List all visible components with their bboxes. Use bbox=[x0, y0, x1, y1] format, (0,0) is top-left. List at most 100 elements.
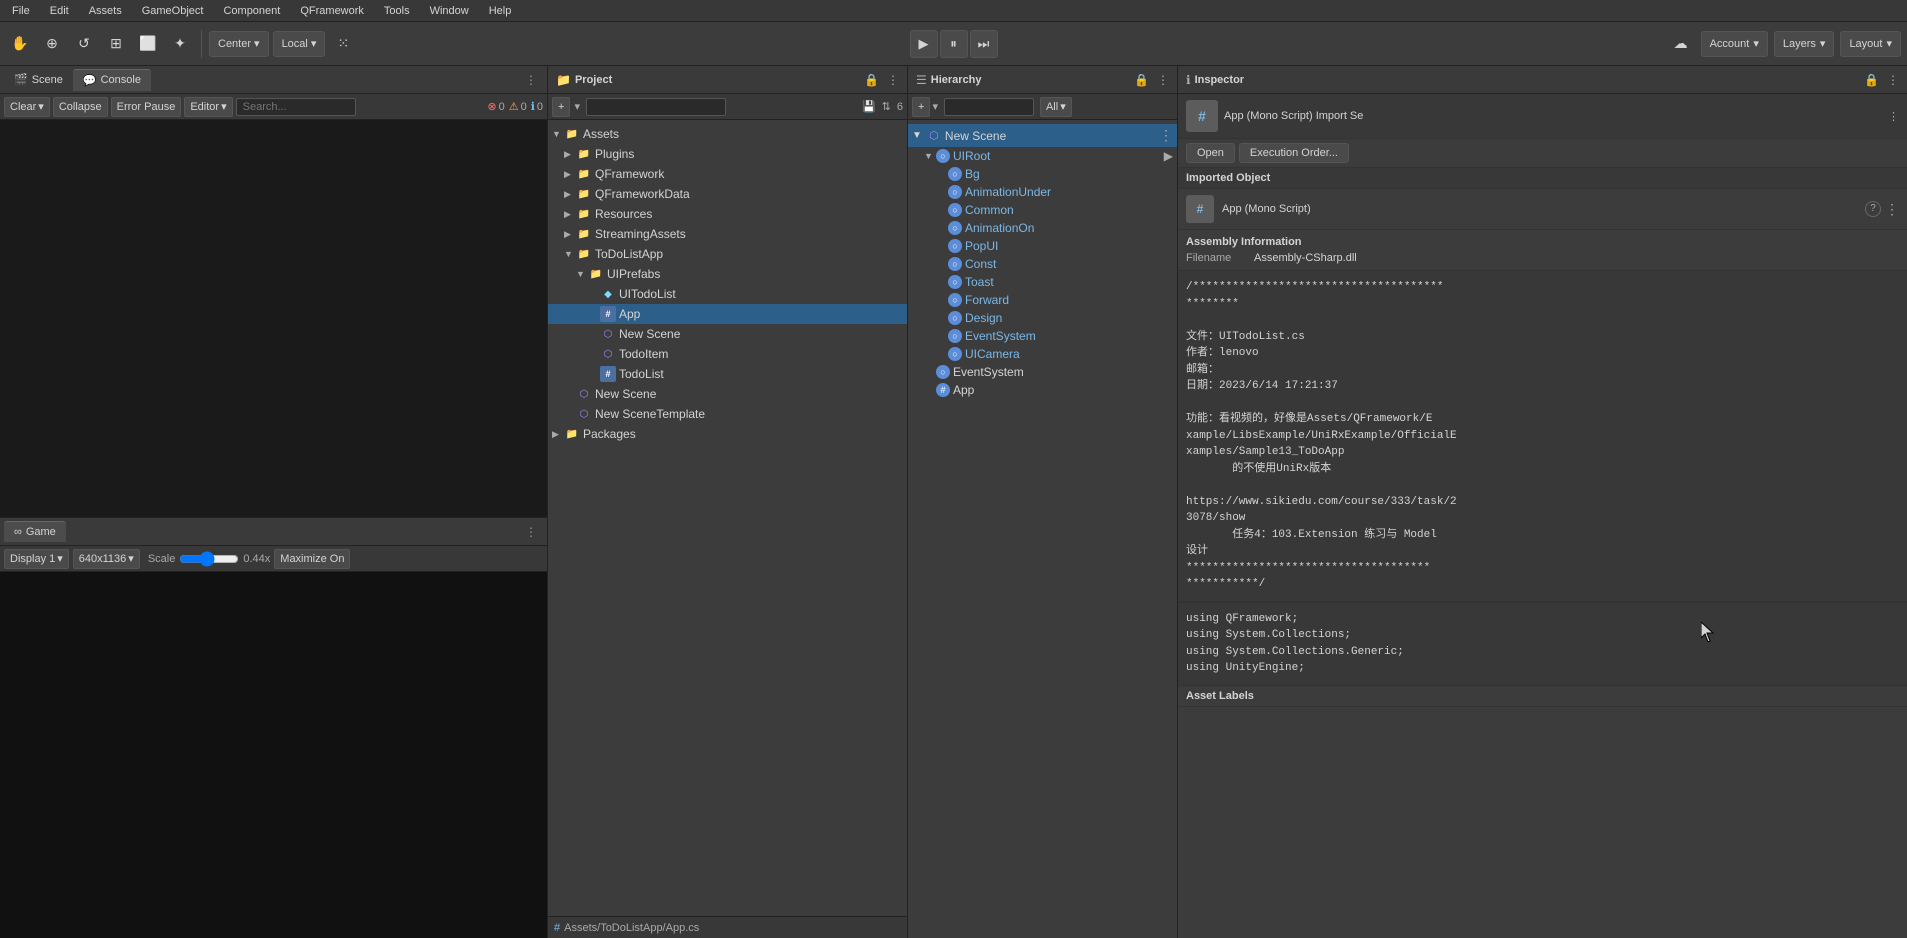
menu-file[interactable]: File bbox=[8, 3, 34, 19]
tree-item-qframeworkdata[interactable]: ▶ 📁 QFrameworkData bbox=[548, 184, 907, 204]
tree-item-uicamera[interactable]: ○ UICamera bbox=[908, 345, 1177, 363]
project-search-input[interactable] bbox=[586, 98, 726, 116]
rect-tool-button[interactable]: ⬜ bbox=[134, 30, 162, 58]
scale-slider[interactable] bbox=[179, 551, 239, 567]
account-button[interactable]: Account ▾ bbox=[1701, 31, 1768, 57]
hand-tool-button[interactable]: ✋ bbox=[6, 30, 34, 58]
project-lock-icon[interactable]: 🔒 bbox=[864, 73, 879, 87]
layers-button[interactable]: Layers ▾ bbox=[1774, 31, 1835, 57]
hierarchy-scene-more[interactable]: ⋮ bbox=[1159, 127, 1173, 144]
filename-value: Assembly-CSharp.dll bbox=[1254, 252, 1357, 264]
menu-edit[interactable]: Edit bbox=[46, 3, 73, 19]
resolution-dropdown-button[interactable]: 640x1136 ▾ bbox=[73, 549, 140, 569]
tree-item-animationon[interactable]: ○ AnimationOn bbox=[908, 219, 1177, 237]
tree-item-uitodolist[interactable]: ◆ UITodoList bbox=[548, 284, 907, 304]
tree-item-const[interactable]: ○ Const bbox=[908, 255, 1177, 273]
tab-game[interactable]: ∞ Game bbox=[4, 521, 66, 542]
tree-item-uiprefabs[interactable]: ▼ 📁 UIPrefabs bbox=[548, 264, 907, 284]
move-tool-button[interactable]: ⊕ bbox=[38, 30, 66, 58]
tree-item-common[interactable]: ○ Common bbox=[908, 201, 1177, 219]
tree-item-packages[interactable]: ▶ 📁 Packages bbox=[548, 424, 907, 444]
project-add-icon[interactable]: ▾ bbox=[574, 100, 580, 113]
tree-item-newscenetemplate[interactable]: ⬡ New SceneTemplate bbox=[548, 404, 907, 424]
inspector-title-more[interactable]: ⋮ bbox=[1888, 110, 1899, 123]
hierarchy-more-icon[interactable]: ⋮ bbox=[1157, 73, 1169, 87]
project-sort-icon[interactable]: ⇅ bbox=[882, 100, 891, 113]
clear-button[interactable]: Clear ▾ bbox=[4, 97, 50, 117]
transform-tool-button[interactable]: ✦ bbox=[166, 30, 194, 58]
inspector-more-icon[interactable]: ⋮ bbox=[1887, 73, 1899, 87]
tree-item-design[interactable]: ○ Design bbox=[908, 309, 1177, 327]
menu-tools[interactable]: Tools bbox=[380, 3, 414, 19]
tree-item-streamingassets[interactable]: ▶ 📁 StreamingAssets bbox=[548, 224, 907, 244]
project-more-icon[interactable]: ⋮ bbox=[887, 73, 899, 87]
tree-item-resources[interactable]: ▶ 📁 Resources bbox=[548, 204, 907, 224]
hierarchy-add-arrow[interactable]: ▾ bbox=[932, 100, 938, 113]
game-panel-more[interactable]: ⋮ bbox=[519, 525, 543, 539]
tree-item-app-hierarchy[interactable]: # App bbox=[908, 381, 1177, 399]
hierarchy-add-button[interactable]: + bbox=[912, 97, 930, 117]
display-dropdown-button[interactable]: Display 1 ▾ bbox=[4, 549, 69, 569]
play-button[interactable]: ▶ bbox=[910, 30, 938, 58]
tree-item-newscene1[interactable]: ⬡ New Scene bbox=[548, 324, 907, 344]
tree-item-plugins[interactable]: ▶ 📁 Plugins bbox=[548, 144, 907, 164]
center-button[interactable]: Center ▾ bbox=[209, 31, 269, 57]
tree-item-app[interactable]: # App bbox=[548, 304, 907, 324]
maximize-button[interactable]: Maximize On bbox=[274, 549, 350, 569]
collapse-button[interactable]: Collapse bbox=[53, 97, 108, 117]
tree-item-uiroot[interactable]: ▼ ○ UIRoot ▶ bbox=[908, 147, 1177, 165]
console-search-input[interactable] bbox=[236, 98, 356, 116]
menu-help[interactable]: Help bbox=[485, 3, 516, 19]
popui-icon: ○ bbox=[948, 239, 962, 253]
project-add-button[interactable]: + bbox=[552, 97, 570, 117]
rotate-tool-button[interactable]: ↺ bbox=[70, 30, 98, 58]
tree-item-newscene2[interactable]: ⬡ New Scene bbox=[548, 384, 907, 404]
execution-order-button[interactable]: Execution Order... bbox=[1239, 143, 1349, 163]
error-badge: ⊗ 0 bbox=[487, 100, 504, 113]
open-button[interactable]: Open bbox=[1186, 143, 1235, 163]
layout-button[interactable]: Layout ▾ bbox=[1840, 31, 1901, 57]
tree-item-animationunder[interactable]: ○ AnimationUnder bbox=[908, 183, 1177, 201]
editor-dropdown-button[interactable]: Editor ▾ bbox=[184, 97, 232, 117]
help-icon[interactable]: ? bbox=[1865, 201, 1881, 217]
tree-item-eventsystem2[interactable]: ○ EventSystem bbox=[908, 327, 1177, 345]
menu-assets[interactable]: Assets bbox=[85, 3, 126, 19]
tree-item-assets[interactable]: ▼ 📁 Assets bbox=[548, 124, 907, 144]
pause-button[interactable]: ⏸ bbox=[940, 30, 968, 58]
project-header: 📁 Project 🔒 ⋮ bbox=[548, 66, 907, 94]
step-button[interactable]: ⏭ bbox=[970, 30, 998, 58]
tree-item-popui[interactable]: ○ PopUI bbox=[908, 237, 1177, 255]
tab-scene[interactable]: 🎬 Scene bbox=[4, 69, 73, 90]
hierarchy-search-input[interactable] bbox=[944, 98, 1034, 116]
hierarchy-tree: ▼ ⬡ New Scene ⋮ ▼ ○ UIRoot ▶ ○ Bg ○ bbox=[908, 120, 1177, 938]
imported-name: App (Mono Script) bbox=[1222, 203, 1857, 215]
menu-qframework[interactable]: QFramework bbox=[296, 3, 368, 19]
tree-item-todolist[interactable]: # TodoList bbox=[548, 364, 907, 384]
imported-more-icon[interactable]: ⋮ bbox=[1885, 201, 1899, 218]
cloud-button[interactable]: ☁ bbox=[1667, 30, 1695, 58]
error-pause-button[interactable]: Error Pause bbox=[111, 97, 182, 117]
scene-chevron: ▼ bbox=[912, 130, 922, 141]
menu-gameobject[interactable]: GameObject bbox=[138, 3, 208, 19]
tree-item-eventsystem-top[interactable]: ○ EventSystem bbox=[908, 363, 1177, 381]
tree-item-todoitem[interactable]: ⬡ TodoItem bbox=[548, 344, 907, 364]
scene-panel-more[interactable]: ⋮ bbox=[519, 73, 543, 87]
tree-item-qframework[interactable]: ▶ 📁 QFramework bbox=[548, 164, 907, 184]
custom-tool-button[interactable]: ⁙ bbox=[329, 30, 357, 58]
inspector-lock-icon[interactable]: 🔒 bbox=[1864, 73, 1879, 87]
hierarchy-scene-header[interactable]: ▼ ⬡ New Scene ⋮ bbox=[908, 124, 1177, 147]
hierarchy-all-button[interactable]: All ▾ bbox=[1040, 97, 1072, 117]
tree-item-toast[interactable]: ○ Toast bbox=[908, 273, 1177, 291]
project-tree: ▼ 📁 Assets ▶ 📁 Plugins ▶ 📁 QFramework ▶ … bbox=[548, 120, 907, 916]
tree-item-forward[interactable]: ○ Forward bbox=[908, 291, 1177, 309]
local-button[interactable]: Local ▾ bbox=[273, 31, 326, 57]
hierarchy-lock-icon[interactable]: 🔒 bbox=[1134, 73, 1149, 87]
assembly-title: Assembly Information bbox=[1186, 236, 1899, 248]
tab-console[interactable]: 💬 Console bbox=[73, 69, 151, 91]
tree-item-todolistapp[interactable]: ▼ 📁 ToDoListApp bbox=[548, 244, 907, 264]
menu-window[interactable]: Window bbox=[426, 3, 473, 19]
project-save-icon[interactable]: 💾 bbox=[862, 100, 876, 113]
scale-tool-button[interactable]: ⊞ bbox=[102, 30, 130, 58]
menu-component[interactable]: Component bbox=[219, 3, 284, 19]
tree-item-bg[interactable]: ○ Bg bbox=[908, 165, 1177, 183]
